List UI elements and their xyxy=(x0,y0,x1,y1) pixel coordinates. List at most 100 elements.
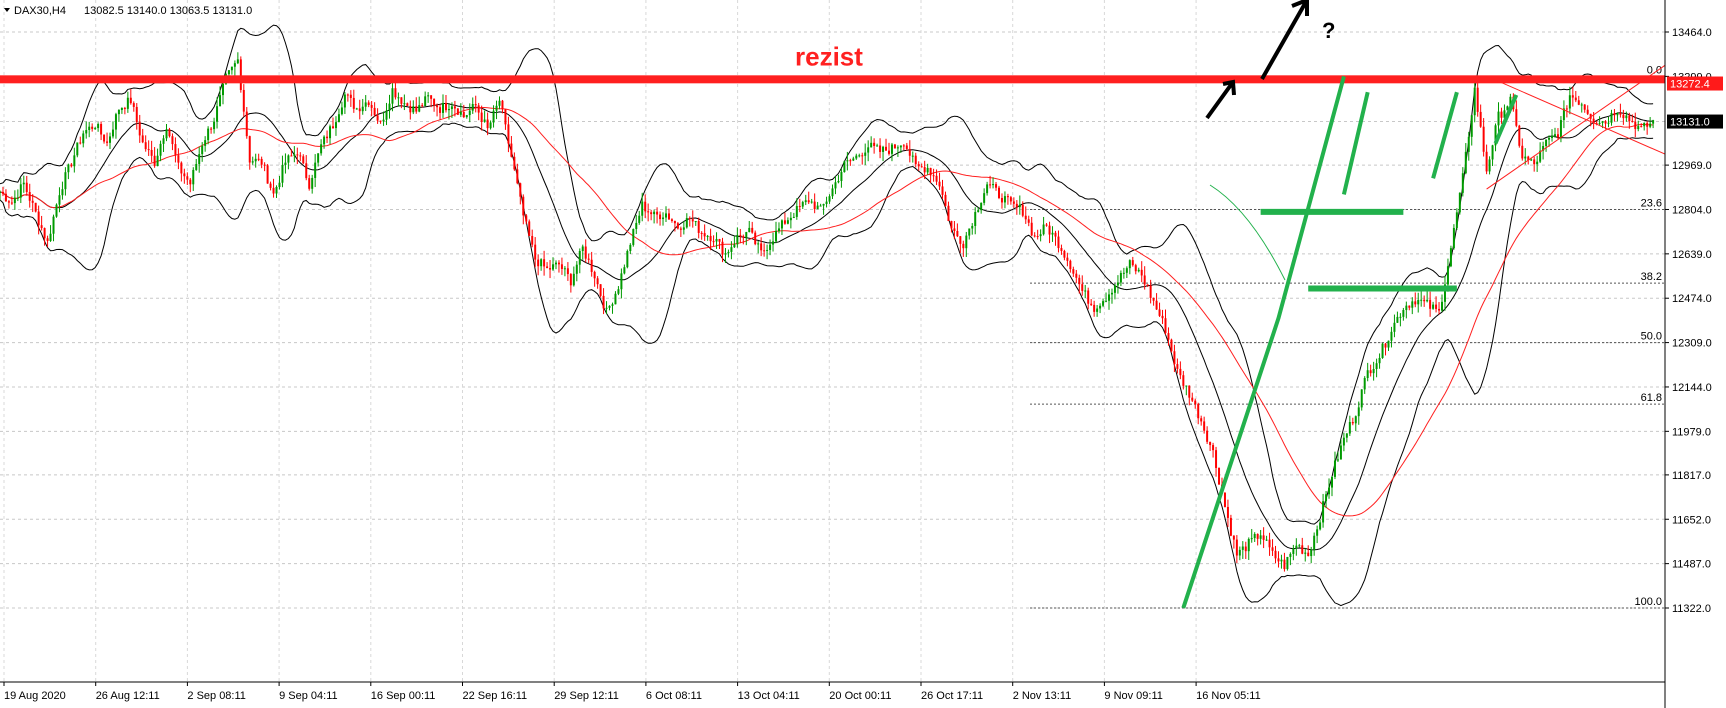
candle-body xyxy=(159,143,162,156)
candle-body xyxy=(195,164,198,170)
candle-body xyxy=(516,169,519,184)
candle-body xyxy=(1116,282,1119,286)
price-tick-label: 13464.0 xyxy=(1672,27,1712,39)
candle-body xyxy=(138,122,141,136)
price-marker-label: 13272.4 xyxy=(1670,79,1710,91)
candle-body xyxy=(1232,535,1235,540)
candle-body xyxy=(1402,310,1405,317)
candle-body xyxy=(76,142,79,156)
candle-body xyxy=(221,83,224,96)
candle-body xyxy=(632,229,635,245)
time-tick-label: 26 Oct 17:11 xyxy=(921,690,983,702)
candle-body xyxy=(245,111,248,137)
candle-body xyxy=(766,249,769,251)
candle-body xyxy=(1619,112,1622,115)
candle-body xyxy=(1197,404,1200,419)
candle-body xyxy=(123,107,126,109)
candle-body xyxy=(1030,222,1033,236)
candle-body xyxy=(364,102,367,107)
candle-body xyxy=(659,214,662,220)
candle-body xyxy=(1610,113,1613,123)
candle-body xyxy=(334,122,337,129)
candle-body xyxy=(1351,422,1354,424)
candle-body xyxy=(1366,370,1369,379)
candle-body xyxy=(474,104,477,106)
candle-body xyxy=(709,235,712,242)
price-tick-label: 11979.0 xyxy=(1672,426,1711,438)
candle-body xyxy=(1078,277,1081,285)
candle-body xyxy=(1,191,4,194)
candle-body xyxy=(210,128,213,130)
candle-body xyxy=(572,273,575,286)
candle-body xyxy=(1009,197,1012,202)
candle-body xyxy=(287,155,290,163)
candle-body xyxy=(873,142,876,146)
candle-body xyxy=(1316,529,1319,536)
candle-body xyxy=(569,274,572,286)
candle-body xyxy=(388,103,391,111)
candle-body xyxy=(1631,120,1634,122)
candle-body xyxy=(1012,201,1015,204)
candle-body xyxy=(1256,533,1259,539)
candle-body xyxy=(775,231,778,242)
candle-body xyxy=(1289,553,1292,557)
candle-body xyxy=(739,234,742,237)
candle-body xyxy=(299,155,302,157)
candle-body xyxy=(1646,122,1649,127)
candle-body xyxy=(1530,159,1533,161)
candle-body xyxy=(882,146,885,152)
candle-body xyxy=(147,149,150,151)
candle-body xyxy=(635,222,638,230)
price-tick-label: 12804.0 xyxy=(1672,204,1712,216)
candle-body xyxy=(694,221,697,223)
candle-body xyxy=(1215,450,1218,468)
price-tick-label: 11487.0 xyxy=(1672,559,1711,571)
candle-body xyxy=(1652,120,1655,124)
candle-body xyxy=(349,94,352,98)
candle-body xyxy=(477,105,480,113)
candle-body xyxy=(326,136,329,139)
candle-body xyxy=(947,205,950,222)
candle-body xyxy=(899,145,902,148)
candle-body xyxy=(1018,204,1021,208)
candle-body xyxy=(156,155,159,167)
candle-body xyxy=(355,108,358,110)
candle-body xyxy=(1051,232,1054,235)
candle-body xyxy=(230,66,233,71)
candle-body xyxy=(682,227,685,230)
candle-body xyxy=(834,182,837,189)
candle-body xyxy=(914,155,917,165)
candle-body xyxy=(777,228,780,232)
candle-body xyxy=(1161,315,1164,319)
candle-body xyxy=(337,114,340,123)
candle-body xyxy=(1354,416,1357,424)
candle-body xyxy=(52,216,55,234)
candle-body xyxy=(1066,257,1069,261)
candle-body xyxy=(1206,430,1209,442)
candle-body xyxy=(1551,135,1554,138)
fib-level-label: 0.0 xyxy=(1647,64,1662,76)
candle-body xyxy=(1322,501,1325,523)
candle-body xyxy=(1360,389,1363,408)
candle-body xyxy=(1244,546,1247,552)
candle-body xyxy=(1155,300,1158,310)
candle-body xyxy=(1253,533,1256,539)
dax-price-chart: 0.0 23.6 38.2 50.0 61.8 100.0 rezist? 13464.0… xyxy=(0,0,1726,708)
candle-body xyxy=(935,175,938,182)
candle-body xyxy=(4,193,7,202)
candle-body xyxy=(843,161,846,173)
candle-body xyxy=(557,262,560,265)
candle-body xyxy=(1259,535,1262,539)
candle-body xyxy=(236,59,239,64)
candle-body xyxy=(623,267,626,274)
candle-body xyxy=(1125,268,1128,273)
candle-body xyxy=(998,187,1000,199)
candle-body xyxy=(1128,260,1131,269)
candle-body xyxy=(1295,545,1298,549)
candle-body xyxy=(522,196,525,216)
candle-body xyxy=(370,104,373,108)
candle-body xyxy=(1152,297,1155,301)
candle-body xyxy=(1488,159,1491,172)
candle-body xyxy=(670,219,673,222)
time-tick-label: 13 Oct 04:11 xyxy=(738,690,800,702)
